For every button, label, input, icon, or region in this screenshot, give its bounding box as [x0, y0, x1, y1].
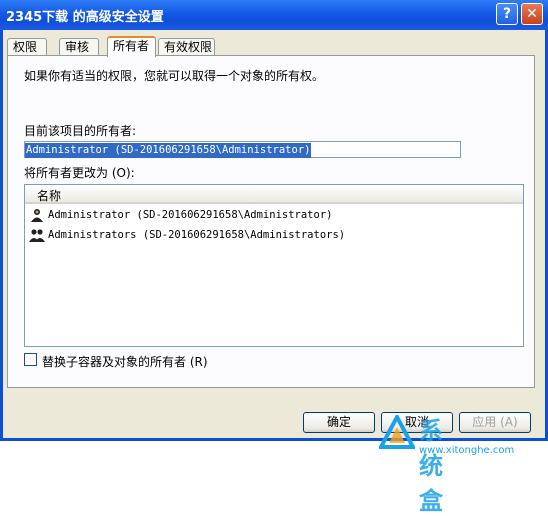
apply-button[interactable]: 应用 (A): [459, 412, 531, 433]
owner-list[interactable]: 名称 Administrator (SD-201606291658\Admini…: [24, 184, 524, 347]
owner-panel: 如果你有适当的权限，您就可以取得一个对象的所有权。 目前该项目的所有者: Adm…: [7, 55, 535, 388]
replace-owner-label[interactable]: 替换子容器及对象的所有者 (R): [42, 353, 208, 370]
close-button[interactable]: ✕: [521, 3, 543, 25]
owner-name: Administrators (SD-201606291658\Administ…: [48, 229, 346, 241]
current-owner-field[interactable]: Administrator (SD-201606291658\Administr…: [24, 141, 461, 158]
help-button[interactable]: ?: [496, 3, 518, 25]
tab-owner[interactable]: 所有者: [107, 36, 156, 57]
watermark-text: 系统盒: [419, 417, 443, 515]
owner-name: Administrator (SD-201606291658\Administr…: [48, 209, 333, 221]
column-header-name[interactable]: 名称: [25, 185, 523, 204]
owner-row-administrator[interactable]: Administrator (SD-201606291658\Administr…: [29, 206, 332, 224]
group-icon: [29, 229, 45, 242]
window-title: 2345下载 的高级安全设置: [6, 10, 164, 25]
tab-permissions[interactable]: 权限: [7, 38, 47, 55]
site-watermark: 系统盒 www.xitonghe.com: [377, 412, 514, 515]
intro-text: 如果你有适当的权限，您就可以取得一个对象的所有权。: [24, 69, 325, 83]
replace-owner-checkbox[interactable]: [24, 353, 37, 366]
owner-row-administrators[interactable]: Administrators (SD-201606291658\Administ…: [29, 226, 345, 244]
current-owner-label: 目前该项目的所有者:: [24, 124, 137, 138]
dialog-window: 2345下载 的高级安全设置 ? ✕ 权限 审核 所有者 有效权限 如果你有适当…: [0, 0, 548, 515]
tab-effective-permissions[interactable]: 有效权限: [158, 38, 215, 55]
column-header-label: 名称: [37, 189, 62, 203]
user-icon: [31, 209, 43, 222]
ok-button[interactable]: 确定: [303, 412, 375, 433]
change-owner-label: 将所有者更改为 (O):: [24, 166, 135, 180]
current-owner-value: Administrator (SD-201606291658\Administr…: [25, 143, 312, 158]
dialog-body: 权限 审核 所有者 有效权限 如果你有适当的权限，您就可以取得一个对象的所有权。…: [3, 30, 545, 515]
watermark-url: www.xitonghe.com: [419, 445, 515, 456]
title-bar[interactable]: 2345下载 的高级安全设置 ? ✕: [0, 0, 548, 30]
tab-auditing[interactable]: 审核: [59, 38, 99, 55]
watermark-logo-icon: [377, 412, 417, 449]
